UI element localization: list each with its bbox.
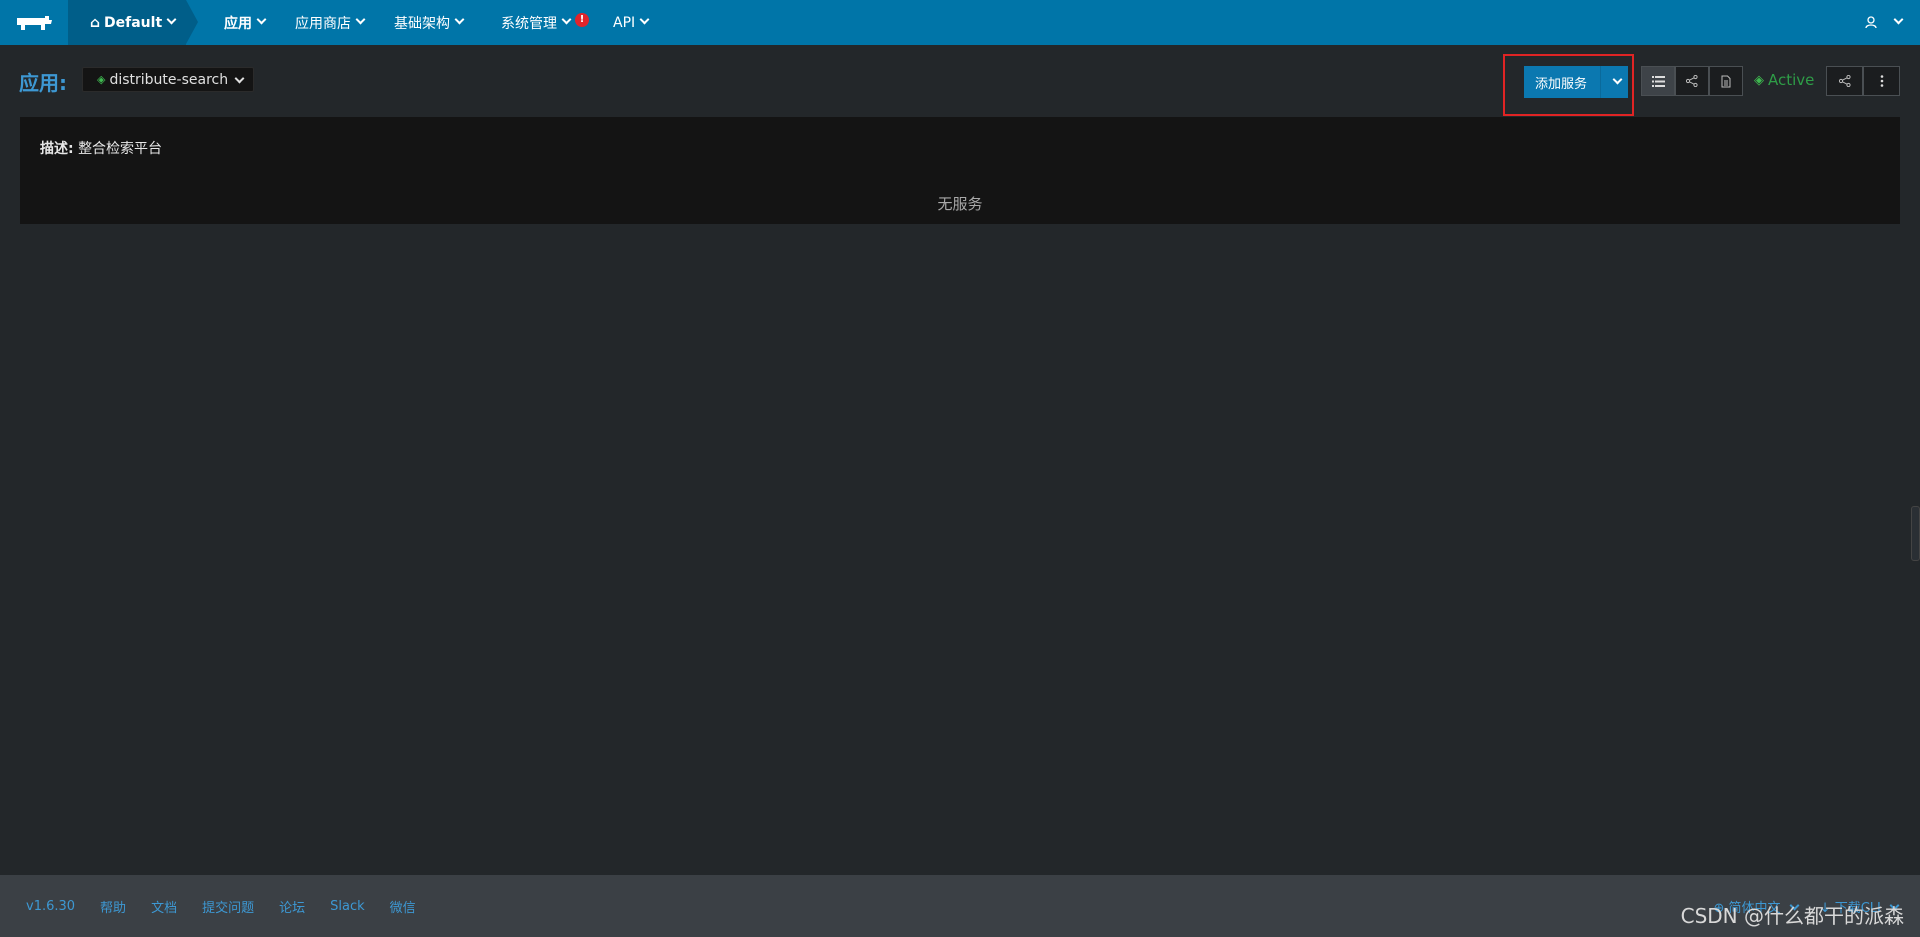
chevron-down-icon (355, 14, 366, 25)
footer: v1.6.30 帮助 文档 提交问题 论坛 Slack 微信 ⊕ 简体中文 ↓ … (0, 875, 1920, 937)
share-graph-icon (1686, 75, 1698, 87)
footer-link-wechat[interactable]: 微信 (390, 897, 416, 916)
environment-switcher[interactable]: ⌂ Default (68, 0, 198, 45)
app-selector[interactable]: ◈ distribute-search (82, 67, 254, 92)
add-service-label: 添加服务 (1535, 76, 1588, 92)
nav-admin[interactable]: 系统管理 ! (501, 0, 589, 45)
compose-file-button[interactable] (1709, 66, 1743, 96)
chevron-down-icon (256, 14, 267, 25)
description-label: 描述: (40, 141, 74, 157)
document-icon (1721, 75, 1731, 87)
more-vertical-icon (1880, 75, 1883, 87)
nav-catalog-label: 应用商店 (295, 15, 351, 32)
app-header: 应用: ◈ distribute-search 添加服务 ◈ Active (0, 45, 1920, 116)
footer-link-docs[interactable]: 文档 (151, 897, 177, 916)
footer-link-forum[interactable]: 论坛 (279, 897, 305, 916)
list-view-button[interactable] (1641, 66, 1675, 96)
page-title: 应用: (19, 71, 67, 95)
status-label: Active (1768, 71, 1815, 89)
home-icon: ⌂ (90, 14, 101, 31)
watermark-text: CSDN @什么都干的派森 (1680, 904, 1904, 928)
footer-link-help[interactable]: 帮助 (100, 897, 126, 916)
user-icon (1865, 16, 1877, 29)
stack-icon: ◈ (1754, 72, 1764, 88)
environment-label: Default (104, 14, 163, 31)
chevron-down-icon (454, 14, 465, 25)
footer-link-slack[interactable]: Slack (330, 899, 365, 914)
add-service-button[interactable]: 添加服务 (1524, 66, 1628, 98)
chevron-down-icon (166, 14, 177, 25)
description: 描述: 整合检索平台 (40, 138, 162, 158)
nav-catalog[interactable]: 应用商店 (295, 0, 366, 45)
share-icon (1838, 75, 1851, 87)
view-toggle-group (1641, 66, 1743, 96)
user-menu[interactable] (1865, 0, 1904, 45)
chevron-down-icon (1893, 14, 1904, 25)
status-active-indicator: ◈ Active (1754, 71, 1814, 89)
nav-infrastructure-label: 基础架构 (394, 15, 450, 32)
description-value: 整合检索平台 (78, 141, 163, 157)
nav-admin-label: 系统管理 (501, 15, 557, 32)
nav-api-label: API (613, 14, 636, 31)
side-scroll-handle[interactable] (1911, 506, 1920, 561)
nav-infrastructure[interactable]: 基础架构 (394, 0, 465, 45)
nav-apps[interactable]: 应用 (224, 0, 267, 45)
more-actions-button[interactable] (1863, 66, 1900, 96)
app-name: distribute-search (109, 71, 229, 88)
stack-icon: ◈ (97, 73, 106, 86)
list-icon (1651, 75, 1665, 87)
services-panel: 描述: 整合检索平台 无服务 (20, 117, 1900, 224)
empty-state-text: 无服务 (937, 195, 983, 213)
nav-apps-label: 应用 (224, 15, 252, 32)
chevron-down-icon (561, 14, 572, 25)
chevron-down-icon (234, 73, 245, 84)
share-button[interactable] (1826, 66, 1863, 96)
version-link[interactable]: v1.6.30 (26, 899, 75, 914)
footer-link-issue[interactable]: 提交问题 (202, 897, 254, 916)
actions-group (1826, 66, 1900, 96)
nav-api[interactable]: API (613, 0, 650, 45)
add-service-dropdown[interactable] (1600, 66, 1628, 98)
chevron-down-icon (639, 14, 650, 25)
top-navigation-bar: ⌂ Default 应用 应用商店 基础架构 系统管理 ! API (0, 0, 1920, 45)
alert-badge: ! (575, 12, 589, 27)
chevron-down-icon (1612, 74, 1623, 84)
rancher-logo-icon[interactable] (0, 0, 68, 45)
graph-view-button[interactable] (1675, 66, 1709, 96)
